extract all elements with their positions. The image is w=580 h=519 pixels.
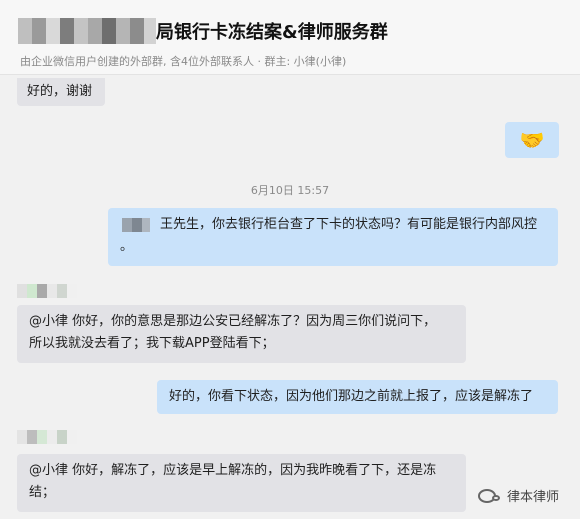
blurred-sender-name <box>17 284 77 298</box>
blurred-name-block <box>18 18 156 44</box>
message-bubble-right: 好的，你看下状态，因为他们那边之前就上报了，应该是解冻了 <box>157 380 558 414</box>
group-title: 局银行卡冻结案&律师服务群 <box>18 16 388 46</box>
blurred-avatar-block <box>122 218 150 232</box>
wechat-logo-icon <box>478 488 500 503</box>
blurred-sender-name <box>17 430 77 444</box>
message-text-line2: 。 <box>120 239 134 254</box>
watermark: 律本律师 <box>478 486 559 505</box>
chat-header: 局银行卡冻结案&律师服务群 由企业微信用户创建的外部群, 含4位外部联系人 · … <box>0 0 580 75</box>
handshake-emoji-icon: 🤝 <box>519 128 545 152</box>
group-title-text: 局银行卡冻结案&律师服务群 <box>156 22 388 43</box>
message-timestamp: 6月10日 15:57 <box>250 184 330 197</box>
message-bubble-left: @小律 你好，解冻了，应该是早上解冻的，因为我昨晚看了下，还是冻 结； <box>17 454 466 512</box>
message-bubble-right: 🤝 <box>505 122 559 158</box>
message-text-line2: 所以我就没去看了；我下载APP登陆看下； <box>29 336 275 351</box>
message-text: @小律 你好，你的意思是那边公安已经解冻了？因为周三你们说问下， <box>29 314 437 329</box>
group-subtitle: 由企业微信用户创建的外部群, 含4位外部联系人 · 群主: 小律(小律) <box>20 55 347 68</box>
message-text-line2: 结； <box>29 485 56 500</box>
message-text: 王先生，你去银行柜台查了下卡的状态吗？有可能是银行内部风控 <box>160 217 538 232</box>
message-text: @小律 你好，解冻了，应该是早上解冻的，因为我昨晚看了下，还是冻 <box>29 463 437 478</box>
message-bubble-left: 好的，谢谢 <box>17 78 105 106</box>
message-text: 好的，你看下状态，因为他们那边之前就上报了，应该是解冻了 <box>169 389 534 404</box>
message-bubble-right: 王先生，你去银行柜台查了下卡的状态吗？有可能是银行内部风控 。 <box>108 208 558 266</box>
message-text: 好的，谢谢 <box>27 84 93 99</box>
message-bubble-left: @小律 你好，你的意思是那边公安已经解冻了？因为周三你们说问下， 所以我就没去看… <box>17 305 466 363</box>
watermark-label: 律本律师 <box>507 490 560 505</box>
